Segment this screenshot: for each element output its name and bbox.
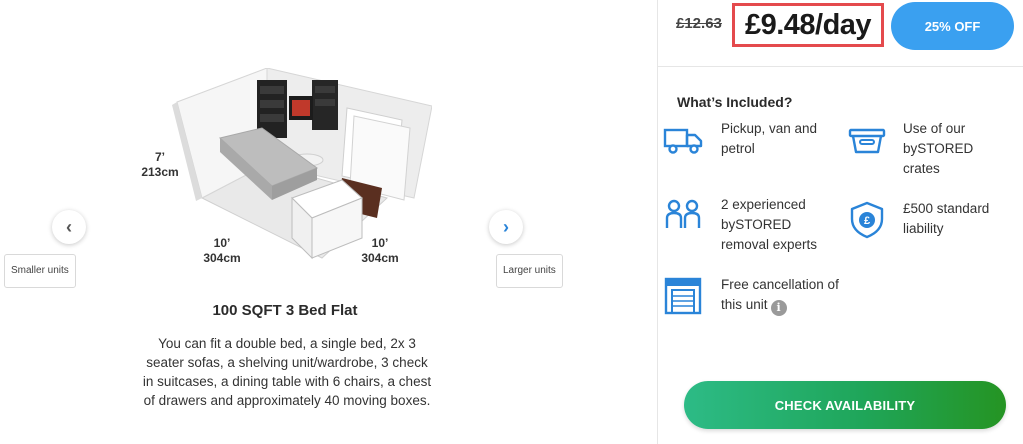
- length-feet: 10’: [213, 236, 231, 250]
- chevron-left-icon: ‹: [66, 217, 72, 237]
- original-price: £12.63: [676, 15, 722, 32]
- larger-units-label[interactable]: Larger units: [496, 254, 563, 288]
- feature-crates: Use of our bySTORED crates: [846, 119, 1013, 179]
- feature-liability-text: £500 standard liability: [903, 201, 990, 236]
- previous-unit-button[interactable]: ‹: [52, 210, 86, 244]
- daily-price-highlight: £9.48/day: [732, 3, 884, 47]
- height-dimension: 7’ 213cm: [130, 150, 190, 180]
- chevron-right-icon: ›: [503, 217, 509, 237]
- info-icon[interactable]: i: [770, 300, 787, 316]
- width-feet: 10’: [371, 236, 389, 250]
- crate-icon: [846, 119, 888, 161]
- feature-experts: 2 experienced bySTORED removal experts: [662, 195, 841, 255]
- feature-liability: £ £500 standard liability: [846, 199, 1023, 241]
- unit-title: 100 SQFT 3 Bed Flat: [212, 302, 358, 319]
- discount-badge-button[interactable]: 25% OFF: [891, 2, 1014, 50]
- daily-price: £9.48/day: [744, 8, 872, 41]
- truck-icon: [662, 119, 704, 161]
- people-icon: [662, 195, 704, 237]
- feature-pickup-text: Pickup, van and petrol: [721, 121, 818, 156]
- width-cm: 304cm: [361, 251, 399, 265]
- unit-description: You can fit a double bed, a single bed, …: [142, 336, 432, 408]
- price-divider: [657, 66, 1023, 67]
- feature-cancellation-text-wrap: Free cancellation of this unit i: [721, 275, 861, 316]
- height-feet: 7’: [154, 150, 165, 164]
- length-dimension: 10’ 304cm: [192, 236, 252, 266]
- height-cm: 213cm: [141, 165, 179, 179]
- feature-pickup: Pickup, van and petrol: [662, 119, 841, 161]
- svg-text:£: £: [864, 215, 870, 227]
- feature-experts-text: 2 experienced bySTORED removal experts: [721, 197, 818, 252]
- width-dimension: 10’ 304cm: [350, 236, 410, 266]
- check-availability-button[interactable]: CHECK AVAILABILITY: [684, 381, 1006, 429]
- feature-cancellation: Free cancellation of this unit i: [662, 275, 861, 317]
- next-unit-button[interactable]: ›: [489, 210, 523, 244]
- length-cm: 304cm: [203, 251, 241, 265]
- smaller-units-label[interactable]: Smaller units: [4, 254, 76, 288]
- feature-crates-text: Use of our bySTORED crates: [903, 121, 974, 176]
- whats-included-heading: What’s Included?: [677, 94, 793, 110]
- shield-pound-icon: £: [846, 199, 888, 241]
- storage-unit-icon: [662, 275, 704, 317]
